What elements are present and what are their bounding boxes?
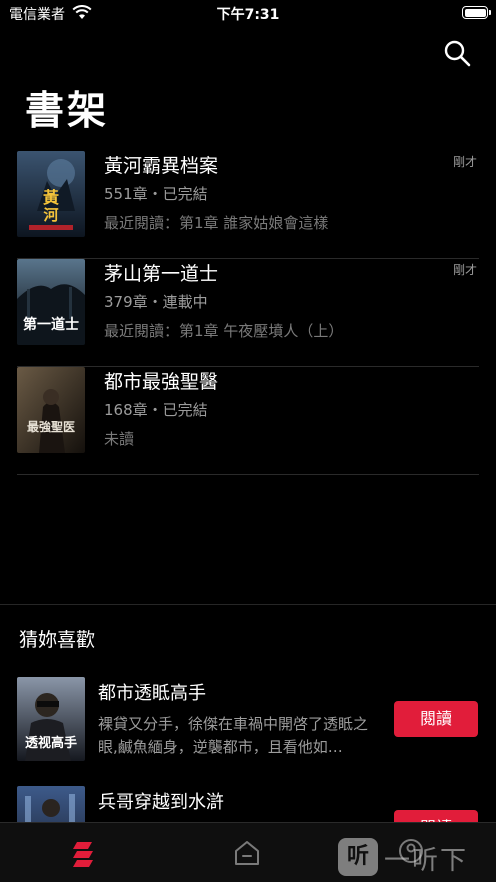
search-icon[interactable]: [442, 38, 472, 68]
book-cover-image: 第一道士: [17, 259, 85, 345]
svg-text:透视高手: 透视高手: [25, 735, 77, 751]
book-last-read-time: 剛才: [452, 263, 477, 277]
home-icon: [235, 841, 259, 865]
recommend-book-title: 都市透眡高手: [98, 683, 206, 704]
watermark-text: 一听下载: [384, 846, 469, 876]
book-cover-image: 透视高手: [17, 677, 85, 761]
recommend-book-title: 兵哥穿越到水滸: [98, 792, 224, 813]
svg-text:河: 河: [43, 206, 58, 224]
book-meta: 379章・連載中: [104, 293, 208, 311]
status-bar: 電信業者 下午7:31: [0, 0, 496, 26]
watermark: 听 一听下载: [338, 834, 494, 880]
book-cover-image: 黃 河: [17, 151, 85, 237]
section-divider: [0, 604, 496, 605]
book-title: 都市最強聖醫: [104, 371, 219, 393]
tab-home[interactable]: [202, 823, 292, 882]
svg-text:最強聖医: 最強聖医: [27, 419, 75, 434]
recommend-item[interactable]: 兵哥穿越到水滸 閱讀: [17, 786, 479, 822]
shelf-book-item[interactable]: 最強聖医 都市最強聖醫 168章・已完結 未讀: [17, 367, 479, 475]
clock: 下午7:31: [216, 7, 280, 23]
recommend-item[interactable]: 透视高手 都市透眡高手 裸貸又分手，徐傑在車禍中開啓了透眡之眼,鹹魚緬身，逆襲都…: [17, 677, 479, 767]
book-recent-read: 最近閱讀：第1章 午夜壓墳人（上）: [104, 322, 344, 340]
book-cover-image: [17, 786, 85, 822]
page-title: 書架: [25, 89, 110, 134]
book-cover-image: 最強聖医: [17, 367, 85, 453]
shelf-book-item[interactable]: 第一道士 茅山第一道士 379章・連載中 最近閱讀：第1章 午夜壓墳人（上） 剛…: [17, 259, 479, 367]
book-meta: 168章・已完結: [104, 401, 208, 419]
svg-text:黃: 黃: [42, 188, 59, 207]
read-button[interactable]: 閱讀: [394, 701, 478, 737]
recommend-book-desc: 裸貸又分手，徐傑在車禍中開啓了透眡之眼,鹹魚緬身，逆襲都市，且看他如…: [98, 715, 369, 756]
book-recent-read: 最近閱讀：第1章 誰家姑娘會這樣: [104, 214, 329, 232]
book-title: 茅山第一道士: [104, 263, 219, 285]
tab-shelf[interactable]: [38, 823, 128, 882]
svg-text:第一道士: 第一道士: [23, 316, 79, 333]
watermark-logo: 听: [338, 838, 378, 876]
shelf-icon: [73, 842, 93, 867]
book-last-read-time: 剛才: [452, 155, 477, 169]
book-meta: 551章・已完結: [104, 185, 208, 203]
shelf-book-item[interactable]: 黃 河 黃河霸異档案 551章・已完結 最近閱讀：第1章 誰家姑娘會這樣 剛才: [17, 151, 479, 259]
read-button[interactable]: 閱讀: [394, 810, 478, 822]
book-title: 黃河霸異档案: [104, 155, 219, 177]
book-unread-label: 未讀: [104, 430, 135, 448]
recommend-title: 猜妳喜歡: [19, 629, 96, 651]
battery-icon: [462, 6, 491, 19]
